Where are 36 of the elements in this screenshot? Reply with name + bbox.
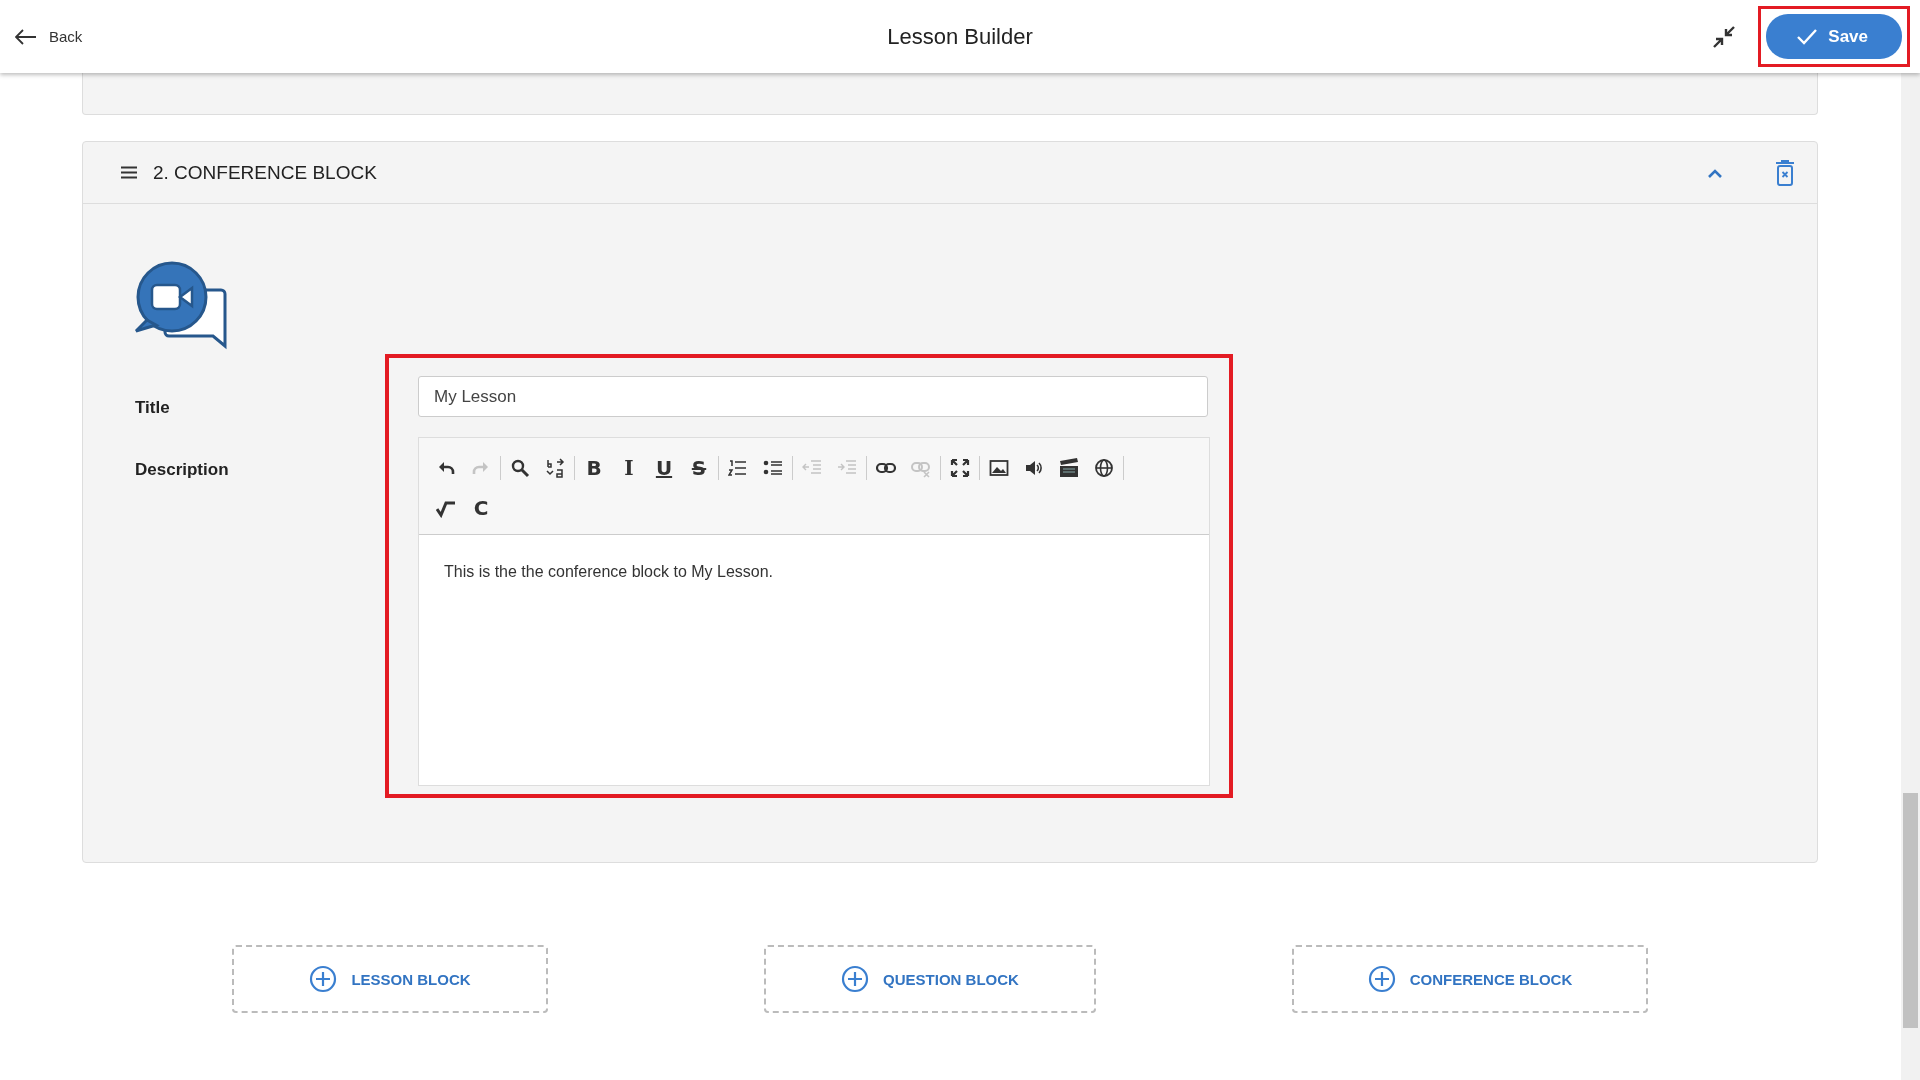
video-chat-bubbles-icon xyxy=(135,260,227,350)
plus-circle-icon xyxy=(841,965,870,993)
block-heading: 2. CONFERENCE BLOCK xyxy=(153,161,378,184)
audio-icon[interactable] xyxy=(1024,458,1044,478)
description-label: Description xyxy=(135,460,230,480)
trash-icon[interactable] xyxy=(1775,159,1795,186)
bold-button[interactable]: B xyxy=(584,458,604,478)
underline-button[interactable]: U xyxy=(654,458,674,478)
globe-icon[interactable] xyxy=(1094,458,1114,478)
plus-circle-icon xyxy=(1367,965,1396,993)
plus-circle-icon xyxy=(309,965,338,993)
back-link[interactable]: Back xyxy=(15,28,83,45)
replace-icon[interactable] xyxy=(545,458,565,478)
scrollbar[interactable] xyxy=(1901,73,1920,1080)
title-label: Title xyxy=(135,398,171,418)
collapse-arrows-icon[interactable] xyxy=(1712,24,1737,49)
save-button[interactable]: Save xyxy=(1766,14,1902,59)
page-title: Lesson Builder xyxy=(886,23,1034,50)
italic-button[interactable]: I xyxy=(619,458,639,478)
image-icon[interactable] xyxy=(989,458,1009,478)
search-icon[interactable] xyxy=(510,458,530,478)
letter-button[interactable]: C xyxy=(471,498,491,518)
video-icon[interactable] xyxy=(1059,458,1079,478)
drag-handle-icon[interactable] xyxy=(121,166,137,179)
fullscreen-icon[interactable] xyxy=(950,458,970,478)
strike-button[interactable]: S xyxy=(689,458,709,478)
title-input[interactable]: My Lesson xyxy=(418,376,1208,417)
bullet-list-icon[interactable] xyxy=(763,458,783,478)
description-text[interactable]: This is the the conference block to My Lesson. xyxy=(444,563,774,581)
ordered-list-icon[interactable] xyxy=(728,458,748,478)
add-block-button[interactable]: CONFERENCE BLOCK xyxy=(1292,945,1648,1013)
checkmark-icon xyxy=(1796,27,1819,46)
add-block-button[interactable]: LESSON BLOCK xyxy=(232,945,548,1013)
back-arrow-icon xyxy=(15,28,37,45)
add-block-button[interactable]: QUESTION BLOCK xyxy=(764,945,1096,1013)
chevron-icon[interactable] xyxy=(1707,167,1723,178)
